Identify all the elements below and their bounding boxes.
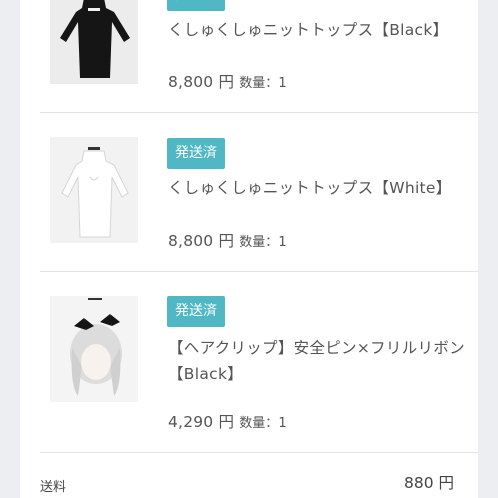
product-title[interactable]: くしゅくしゅニットトップス【White】 (168, 175, 468, 201)
product-title[interactable]: くしゅくしゅニットトップス【Black】 (168, 17, 468, 43)
price-row: 4,290 円 数量：1 (168, 410, 287, 432)
white-top-image (50, 137, 138, 243)
price-row: 8,800 円 数量：1 (168, 70, 287, 92)
item-divider (40, 271, 478, 272)
price-row: 8,800 円 数量：1 (168, 229, 287, 251)
product-price: 4,290 円 (168, 413, 235, 431)
hair-clip-image (50, 296, 138, 402)
quantity-label: 数量： (239, 76, 279, 91)
quantity-value: 1 (278, 416, 287, 431)
product-title[interactable]: 【ヘアクリップ】安全ピン×フリルリボン【Black】 (168, 335, 478, 387)
product-thumbnail[interactable] (50, 137, 138, 243)
shipped-badge: 発送済 (167, 138, 225, 169)
product-thumbnail[interactable] (50, 0, 138, 84)
quantity-value: 1 (278, 76, 287, 91)
black-top-image (50, 0, 138, 84)
order-items-card: 発送済 くしゅくしゅニットトップス【Black】 8,800 円 数量：1 発送… (20, 0, 478, 498)
shipped-badge: 発送済 (167, 0, 225, 11)
quantity-value: 1 (278, 235, 287, 250)
shipped-badge: 発送済 (167, 296, 225, 327)
quantity-label: 数量： (239, 416, 279, 431)
quantity-label: 数量： (239, 235, 279, 250)
product-thumbnail[interactable] (50, 296, 138, 402)
shipping-value: 880 円 (403, 474, 454, 492)
product-price: 8,800 円 (168, 232, 235, 250)
shipping-label: 送料 (40, 480, 67, 495)
product-price: 8,800 円 (168, 73, 235, 91)
item-divider (40, 112, 478, 113)
item-divider (40, 452, 478, 453)
